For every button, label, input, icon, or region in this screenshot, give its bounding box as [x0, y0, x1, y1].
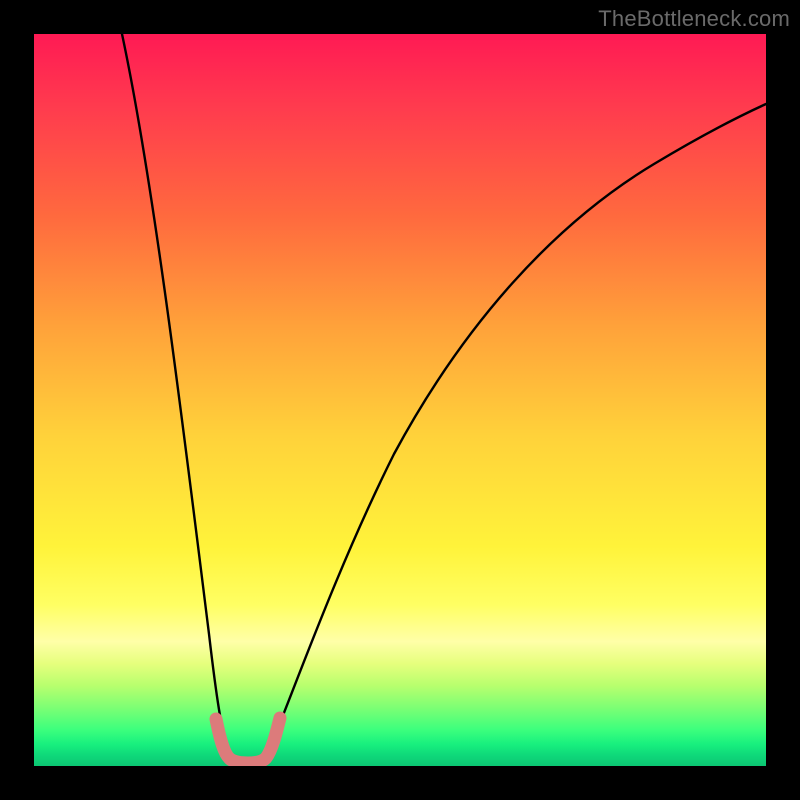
highlight-band-path — [216, 718, 280, 763]
plot-area — [34, 34, 766, 766]
watermark-text: TheBottleneck.com — [598, 6, 790, 32]
bottleneck-curve — [34, 34, 766, 766]
curve-path — [122, 34, 766, 762]
chart-frame: TheBottleneck.com — [0, 0, 800, 800]
